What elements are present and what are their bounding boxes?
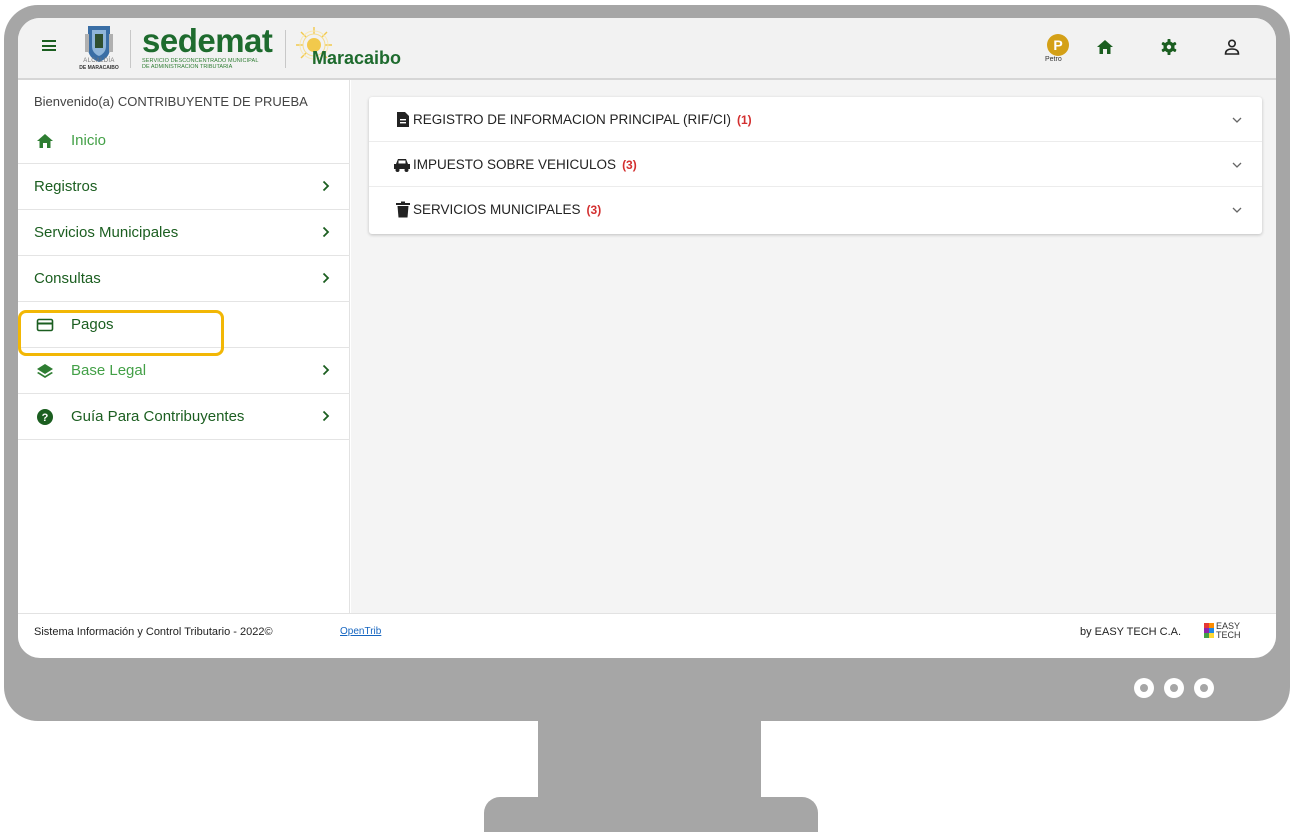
chevron-down-icon[interactable] bbox=[1232, 162, 1242, 168]
trash-icon bbox=[396, 201, 410, 218]
chevron-right-icon bbox=[322, 410, 330, 422]
chevron-right-icon bbox=[322, 364, 330, 376]
easytech-logo-text: EASY TECH bbox=[1216, 622, 1241, 640]
svg-text:?: ? bbox=[42, 412, 49, 424]
monitor-button-2 bbox=[1164, 678, 1184, 698]
sidebar-item-registros[interactable]: Registros bbox=[18, 164, 350, 210]
accordion-count: (3) bbox=[622, 158, 637, 172]
chevron-down-icon[interactable] bbox=[1232, 207, 1242, 213]
sidebar-item-servicios-municipales[interactable]: Servicios Municipales bbox=[18, 210, 350, 256]
home-icon bbox=[37, 134, 53, 148]
car-icon bbox=[394, 159, 410, 172]
petro-icon[interactable]: P bbox=[1047, 34, 1069, 56]
city-name: Maracaibo bbox=[312, 48, 402, 68]
home-icon[interactable] bbox=[1096, 38, 1114, 56]
accordion-item-servicios[interactable]: SERVICIOS MUNICIPALES (3) bbox=[369, 187, 1262, 232]
crest-caption-bold: DE MARACAIBO bbox=[79, 65, 119, 71]
brand-subtitle: DE ADMINISTRACION TRIBUTARIA bbox=[142, 64, 233, 70]
chevron-right-icon bbox=[322, 272, 330, 284]
easytech-logo-line: TECH bbox=[1216, 630, 1241, 640]
header-divider bbox=[130, 30, 131, 68]
sidebar-item-inicio[interactable]: Inicio bbox=[18, 118, 350, 164]
crest-caption: ALCALDÍA bbox=[83, 58, 115, 64]
monitor-button-3 bbox=[1194, 678, 1214, 698]
accordion-title-text: IMPUESTO SOBRE VEHICULOS bbox=[413, 157, 617, 172]
header-divider bbox=[285, 30, 286, 68]
accordion-title: IMPUESTO SOBRE VEHICULOS (3) bbox=[413, 157, 637, 172]
sidebar-item-label: Registros bbox=[34, 178, 98, 195]
sidebar-item-label: Base Legal bbox=[71, 362, 147, 379]
footer-copyright: Sistema Información y Control Tributario… bbox=[34, 626, 273, 638]
app-footer: Sistema Información y Control Tributario… bbox=[18, 613, 1276, 649]
accordion-title: REGISTRO DE INFORMACION PRINCIPAL (RIF/C… bbox=[413, 112, 752, 127]
sidebar-item-label: Inicio bbox=[71, 132, 107, 149]
accordion-title: SERVICIOS MUNICIPALES (3) bbox=[413, 202, 601, 217]
sidebar-item-consultas[interactable]: Consultas bbox=[18, 256, 350, 302]
opentrib-link[interactable]: OpenTrib bbox=[340, 626, 381, 637]
screen: ALCALDÍA DE MARACAIBO sedemat SERVICIO D… bbox=[18, 18, 1276, 658]
sidebar: Bienvenido(a) CONTRIBUYENTE DE PRUEBA In… bbox=[18, 80, 350, 613]
document-icon bbox=[397, 112, 409, 127]
monitor-stand bbox=[484, 797, 818, 832]
sidebar-item-label: Servicios Municipales bbox=[34, 224, 179, 241]
menu-icon[interactable] bbox=[42, 40, 56, 51]
sidebar-item-label: Consultas bbox=[34, 270, 101, 287]
main-content: REGISTRO DE INFORMACION PRINCIPAL (RIF/C… bbox=[351, 80, 1276, 613]
accordion-count: (1) bbox=[737, 113, 752, 127]
welcome-text: Bienvenido(a) CONTRIBUYENTE DE PRUEBA bbox=[34, 94, 308, 109]
chevron-down-icon[interactable] bbox=[1232, 117, 1242, 123]
accordion-item-vehiculos[interactable]: IMPUESTO SOBRE VEHICULOS (3) bbox=[369, 142, 1262, 187]
help-icon: ? bbox=[37, 409, 53, 425]
accordion-title-text: REGISTRO DE INFORMACION PRINCIPAL (RIF/C… bbox=[413, 112, 732, 127]
chevron-right-icon bbox=[322, 180, 330, 192]
user-icon[interactable] bbox=[1223, 38, 1241, 56]
accordion: REGISTRO DE INFORMACION PRINCIPAL (RIF/C… bbox=[369, 97, 1262, 234]
app-header: ALCALDÍA DE MARACAIBO sedemat SERVICIO D… bbox=[18, 18, 1276, 80]
chevron-right-icon bbox=[322, 226, 330, 238]
brand-name: sedemat bbox=[142, 22, 273, 59]
footer-byline: by EASY TECH C.A. bbox=[1080, 626, 1182, 638]
accordion-count: (3) bbox=[586, 203, 602, 217]
sidebar-item-label: Guía Para Contribuyentes bbox=[71, 408, 245, 425]
layers-icon bbox=[37, 364, 53, 378]
accordion-item-registro[interactable]: REGISTRO DE INFORMACION PRINCIPAL (RIF/C… bbox=[369, 97, 1262, 142]
sidebar-item-guia[interactable]: ? Guía Para Contribuyentes bbox=[18, 394, 350, 440]
monitor-button-1 bbox=[1134, 678, 1154, 698]
petro-label: Petro bbox=[1045, 56, 1062, 63]
gear-icon[interactable] bbox=[1160, 38, 1178, 56]
accordion-title-text: SERVICIOS MUNICIPALES bbox=[413, 202, 581, 217]
highlight-annotation bbox=[18, 310, 224, 356]
monitor-neck bbox=[538, 719, 761, 801]
